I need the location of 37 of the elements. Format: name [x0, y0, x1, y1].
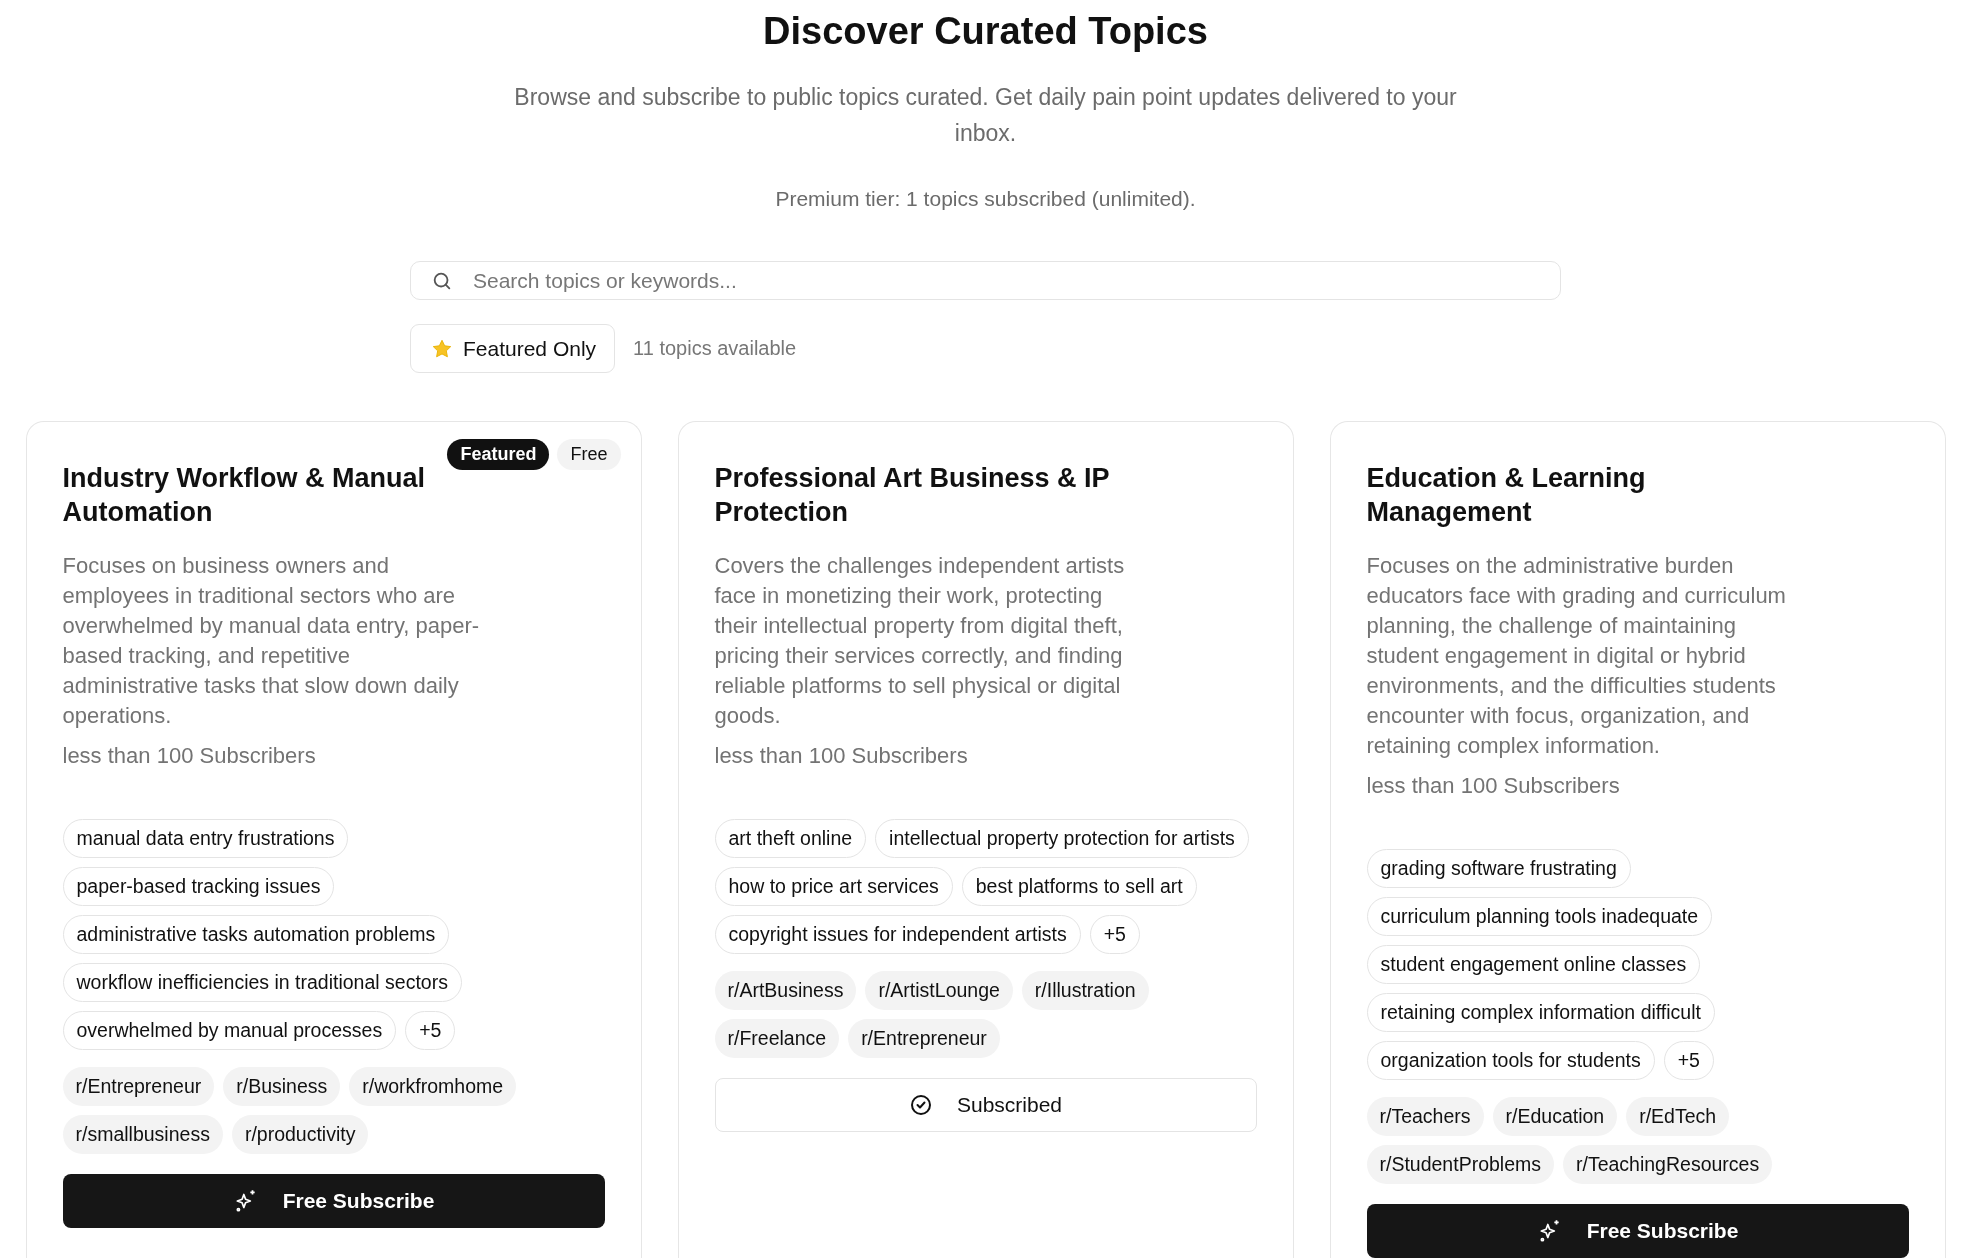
subreddit-tag: r/workfromhome [349, 1067, 517, 1106]
subreddit-tag: r/TeachingResources [1563, 1145, 1773, 1184]
topic-description: Covers the challenges independent artists face in monetizing their work, protecting their intellectual property from digital theft, pricing their services correctly, and finding reliable platforms to sell physical or digital goods. [714, 552, 1126, 730]
subreddit-tag: r/Freelance [714, 1019, 840, 1058]
page-title: Discover Curated Topics [763, 10, 1208, 53]
subreddit-tag: r/Teachers [1366, 1097, 1484, 1136]
subreddit-tag: r/Illustration [1021, 971, 1149, 1010]
topic-title: Industry Workflow & Manual Automation [62, 462, 427, 529]
price-badge: Free [557, 439, 621, 470]
subreddit-tag: r/ArtistLounge [865, 971, 1013, 1010]
subreddit-tag: r/Entrepreneur [848, 1019, 1000, 1058]
page-subtitle: Browse and subscribe to public topics curated. Get daily pain point updates delivered to your inbox. [513, 83, 1458, 148]
subreddit-tag: r/EdTech [1626, 1097, 1730, 1136]
subscribe-button[interactable]: Free Subscribe [62, 1174, 605, 1228]
subreddit-tag: r/smallbusiness [62, 1115, 223, 1154]
subreddit-tag: r/Entrepreneur [62, 1067, 215, 1106]
subscribed-button[interactable]: Subscribed [714, 1078, 1257, 1132]
subscribe-button[interactable]: Free Subscribe [1366, 1204, 1909, 1258]
topic-count: 11 topics available [633, 337, 797, 360]
featured-badge: Featured [447, 439, 550, 470]
topic-title: Education & Learning Management [1366, 462, 1647, 529]
subreddit-tag: r/ArtBusiness [714, 971, 857, 1010]
subscriber-count: less than 100 Subscribers [714, 743, 969, 769]
star-icon [431, 337, 453, 360]
subscriber-count: less than 100 Subscribers [62, 743, 317, 769]
featured-filter-button[interactable]: Featured Only [410, 324, 616, 373]
subscriber-count: less than 100 Subscribers [1366, 773, 1621, 799]
search-field[interactable]: Search topics or keywords... [410, 261, 1561, 300]
check-circle-icon [908, 1093, 933, 1117]
topic-title: Professional Art Business & IP Protection [714, 462, 1111, 529]
subreddit-tag: r/Business [223, 1067, 341, 1106]
subreddit-tag: r/productivity [231, 1115, 369, 1154]
subreddit-tag: r/Education [1492, 1097, 1618, 1136]
subreddit-tag: r/StudentProblems [1366, 1145, 1554, 1184]
topic-description: Focuses on the administrative burden educators face with grading and curriculum planning, the challenge of maintaining student engagement in digital or hybrid environments, and the difficulties students encounter with focus, organization, and retaining complex information. [1366, 552, 1787, 760]
topic-description: Focuses on business owners and employees in traditional sectors who are overwhelmed by manual data entry, paper-based tracking, and repetitive administrative tasks that slow down daily operations. [62, 552, 481, 730]
tier-note: Premium tier: 1 topics subscribed (unlimited). [775, 187, 1196, 211]
